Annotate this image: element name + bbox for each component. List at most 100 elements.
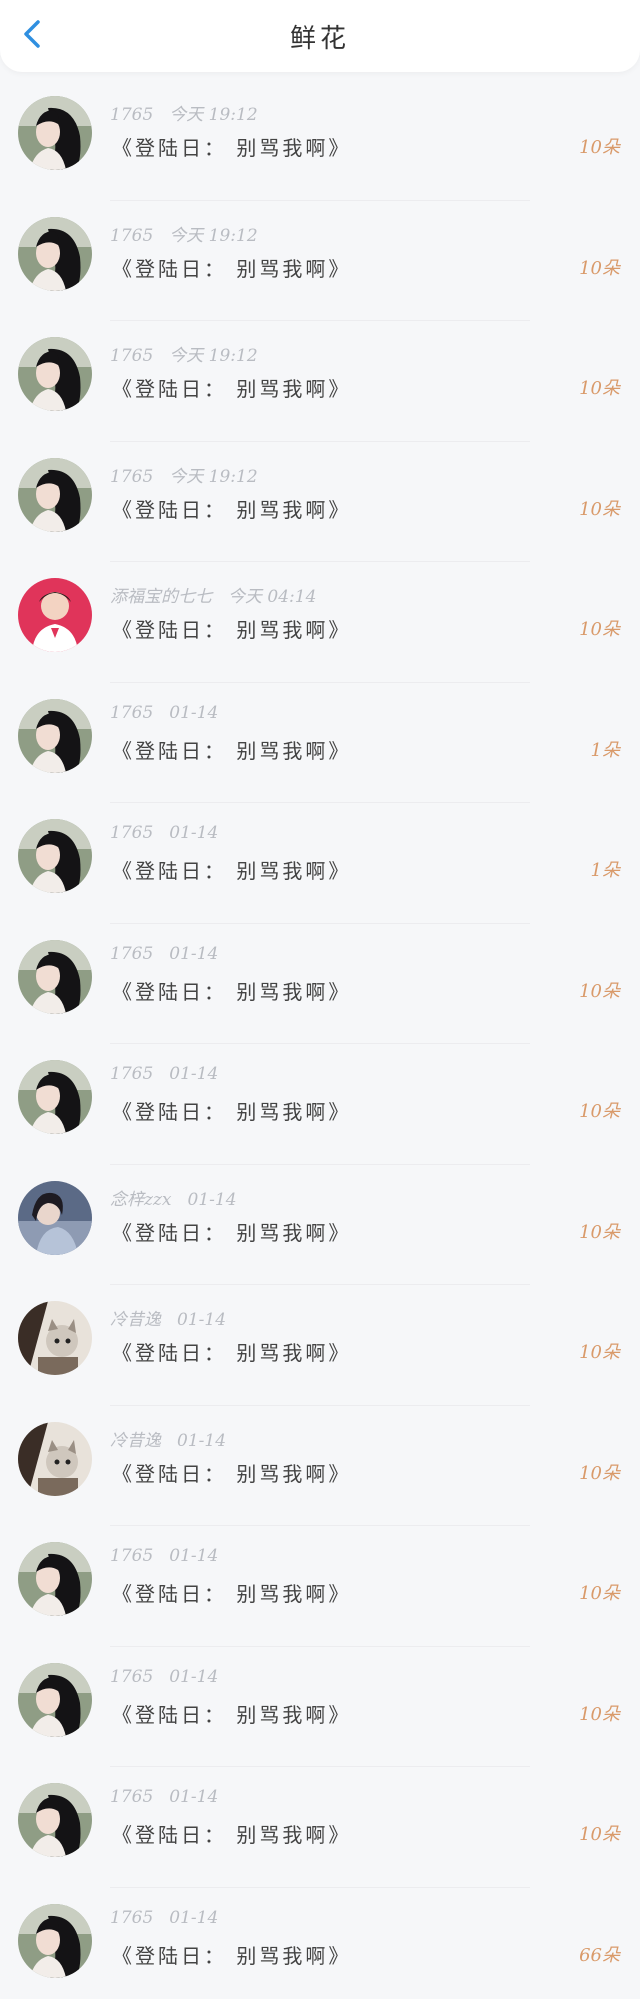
record-message: 《登陆日： 别骂我啊》 (112, 1943, 352, 1968)
flower-record-row[interactable]: 1765 01-14 《登陆日： 别骂我啊》 10朵 (0, 1647, 640, 1768)
record-meta: 1765 01-14 (110, 1546, 218, 1566)
sender-name[interactable]: 1765 (110, 1908, 153, 1928)
flower-record-row[interactable]: 1765 01-14 《登陆日： 别骂我啊》 10朵 (0, 1044, 640, 1165)
avatar[interactable] (18, 1180, 92, 1255)
sender-name[interactable]: 1765 (110, 703, 153, 723)
flower-count: 10朵 (579, 1703, 620, 1725)
record-time: 01-14 (169, 823, 219, 843)
record-meta: 添福宝的七七 今天 04:14 (110, 582, 316, 607)
flower-record-row[interactable]: 1765 01-14 《登陆日： 别骂我啊》 66朵 (0, 1888, 640, 1999)
record-message: 《登陆日： 别骂我啊》 (112, 497, 352, 522)
flower-record-row[interactable]: 1765 01-14 《登陆日： 别骂我啊》 10朵 (0, 1526, 640, 1647)
record-time: 01-14 (169, 1064, 219, 1084)
avatar[interactable] (18, 698, 92, 773)
record-message: 《登陆日： 别骂我啊》 (112, 377, 352, 401)
sender-name[interactable]: 1765 (110, 1667, 153, 1687)
sender-name[interactable]: 1765 (110, 1546, 153, 1566)
flower-record-row[interactable]: 1765 今天 19:12 《登陆日： 别骂我啊》 10朵 (0, 80, 640, 201)
flower-count: 10朵 (579, 137, 620, 158)
record-meta: 1765 01-14 (110, 1908, 218, 1928)
avatar[interactable] (18, 819, 92, 893)
record-meta: 1765 01-14 (110, 823, 218, 843)
avatar[interactable] (18, 1421, 92, 1496)
sender-name[interactable]: 冷昔逸 (110, 1310, 161, 1330)
record-message: 《登陆日： 别骂我啊》 (112, 1461, 352, 1486)
flower-count: 10朵 (579, 498, 620, 520)
avatar[interactable] (18, 1542, 92, 1616)
page-title: 鲜花 (289, 24, 350, 54)
flower-record-row[interactable]: 1765 01-14 《登陆日： 别骂我啊》 10朵 (0, 924, 640, 1045)
record-meta: 1765 01-14 (110, 1064, 218, 1084)
record-message: 《登陆日： 别骂我啊》 (112, 859, 352, 883)
flower-record-row[interactable]: 念梓zzx 01-14 《登陆日： 别骂我啊》 10朵 (0, 1165, 640, 1286)
flower-record-row[interactable]: 1765 今天 19:12 《登陆日： 别骂我啊》 10朵 (0, 321, 640, 442)
record-message: 《登陆日： 别骂我啊》 (112, 1823, 352, 1847)
flower-record-row[interactable]: 1765 01-14 《登陆日： 别骂我啊》 1朵 (0, 683, 640, 804)
flower-record-list[interactable]: 1765 今天 19:12 《登陆日： 别骂我啊》 10朵 1765 今天 19:1… (0, 80, 640, 1999)
flower-count: 10朵 (579, 619, 620, 640)
sender-name[interactable]: 念梓zzx (110, 1190, 172, 1210)
flower-count: 10朵 (579, 378, 620, 399)
flower-record-row[interactable]: 1765 今天 19:12 《登陆日： 别骂我啊》 10朵 (0, 201, 640, 322)
flower-record-row[interactable]: 冷昔逸 01-14 《登陆日： 别骂我啊》 10朵 (0, 1285, 640, 1406)
sender-name[interactable]: 1765 (110, 105, 153, 125)
record-meta: 1765 今天 19:12 (110, 100, 258, 125)
avatar[interactable] (18, 1903, 92, 1978)
record-time: 01-14 (169, 943, 219, 964)
sender-name[interactable]: 1765 (110, 346, 153, 366)
avatar[interactable] (18, 96, 92, 170)
record-message: 《登陆日： 别骂我啊》 (112, 1702, 352, 1727)
flower-count: 10朵 (579, 1342, 620, 1363)
record-time: 今天 04:14 (228, 587, 317, 607)
flower-count: 66朵 (579, 1944, 620, 1966)
flowers-page: 鲜花 1765 今天 19:12 《登陆日： 别骂我啊》 10朵 1765 今天 1… (0, 0, 640, 1999)
record-meta: 1765 01-14 (110, 1667, 218, 1687)
record-meta: 1765 01-14 (110, 703, 218, 723)
sender-name[interactable]: 1765 (110, 1064, 153, 1084)
record-message: 《登陆日： 别骂我啊》 (112, 1582, 352, 1606)
record-meta: 1765 今天 19:12 (110, 221, 258, 246)
record-time: 01-14 (187, 1189, 237, 1210)
sender-name[interactable]: 1765 (110, 1787, 153, 1807)
flower-count: 10朵 (579, 1583, 620, 1604)
avatar[interactable] (18, 1301, 92, 1375)
flower-count: 1朵 (590, 860, 620, 881)
flower-count: 10朵 (579, 257, 620, 279)
avatar[interactable] (18, 337, 92, 411)
record-message: 《登陆日： 别骂我啊》 (112, 1220, 352, 1245)
top-bar: 鲜花 (0, 0, 640, 72)
sender-name[interactable]: 1765 (110, 823, 153, 843)
flower-count: 10朵 (579, 1462, 620, 1484)
sender-name[interactable]: 添福宝的七七 (110, 587, 212, 607)
flower-record-row[interactable]: 添福宝的七七 今天 04:14 《登陆日： 别骂我啊》 10朵 (0, 562, 640, 683)
sender-name[interactable]: 冷昔逸 (110, 1431, 161, 1451)
record-message: 《登陆日： 别骂我啊》 (112, 1100, 352, 1124)
sender-name[interactable]: 1765 (110, 467, 153, 487)
record-time: 01-14 (177, 1430, 227, 1451)
flower-count: 10朵 (579, 1101, 620, 1122)
avatar[interactable] (18, 1060, 92, 1134)
record-time: 01-14 (169, 1546, 219, 1566)
record-meta: 念梓zzx 01-14 (110, 1185, 237, 1210)
flower-record-row[interactable]: 1765 今天 19:12 《登陆日： 别骂我啊》 10朵 (0, 442, 640, 563)
avatar[interactable] (18, 216, 92, 291)
sender-name[interactable]: 1765 (110, 226, 153, 246)
record-meta: 1765 01-14 (110, 1787, 218, 1807)
flower-record-row[interactable]: 冷昔逸 01-14 《登陆日： 别骂我啊》 10朵 (0, 1406, 640, 1527)
record-time: 01-14 (177, 1310, 227, 1330)
flower-record-row[interactable]: 1765 01-14 《登陆日： 别骂我啊》 10朵 (0, 1767, 640, 1888)
record-time: 今天 19:12 (169, 346, 258, 366)
avatar[interactable] (18, 939, 92, 1014)
record-meta: 冷昔逸 01-14 (110, 1426, 226, 1451)
record-message: 《登陆日： 别骂我啊》 (112, 1341, 352, 1365)
avatar[interactable] (18, 1662, 92, 1737)
record-meta: 1765 今天 19:12 (110, 341, 258, 366)
record-meta: 冷昔逸 01-14 (110, 1305, 226, 1330)
flower-record-row[interactable]: 1765 01-14 《登陆日： 别骂我啊》 1朵 (0, 803, 640, 924)
record-meta: 1765 今天 19:12 (110, 462, 258, 487)
avatar[interactable] (18, 1783, 92, 1857)
record-time: 01-14 (169, 1787, 219, 1807)
sender-name[interactable]: 1765 (110, 944, 153, 964)
avatar[interactable] (18, 457, 92, 532)
avatar[interactable] (18, 578, 92, 652)
